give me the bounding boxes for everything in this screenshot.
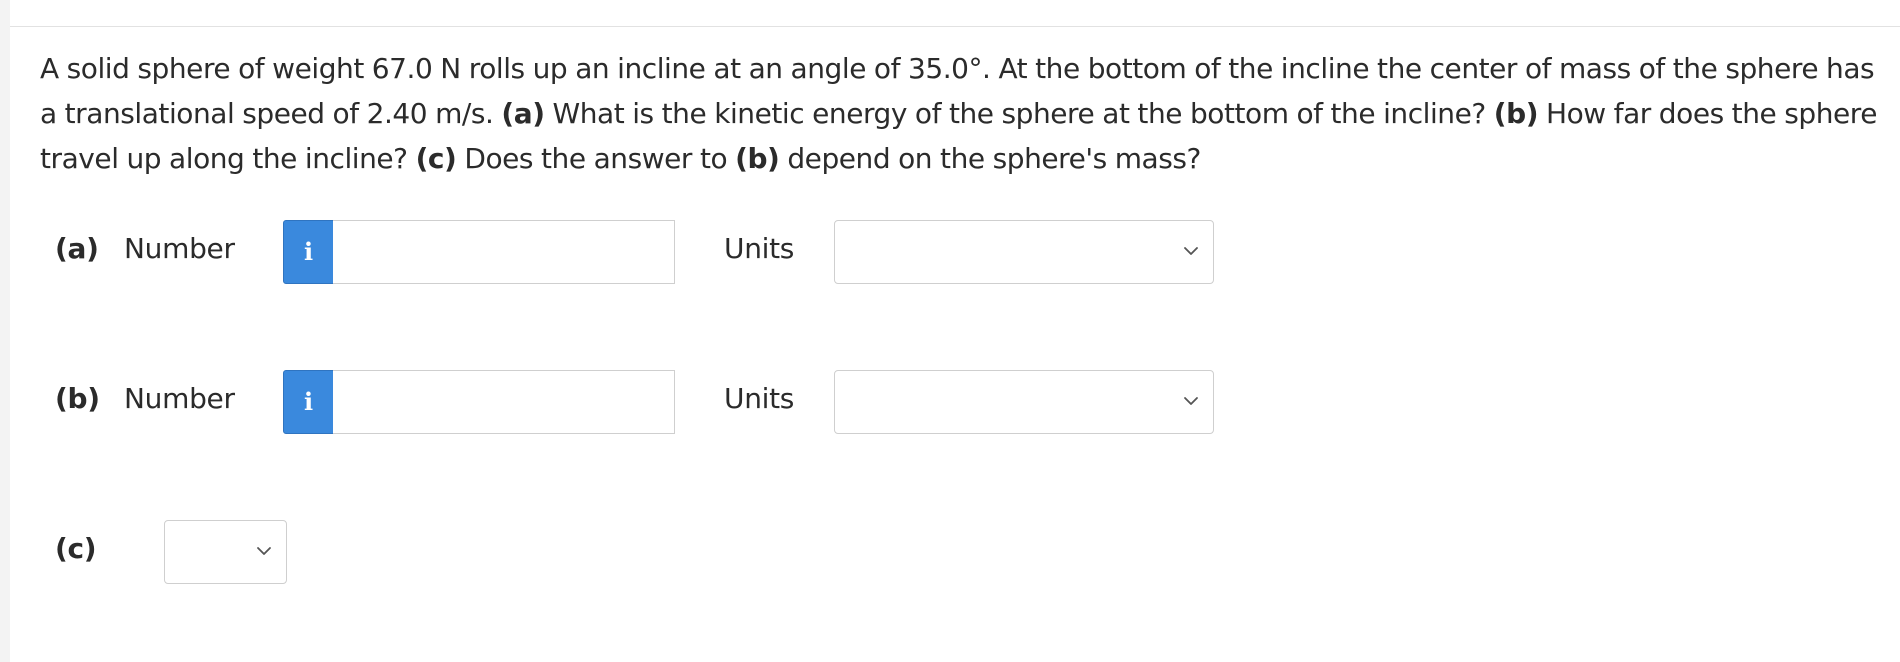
number-input-b[interactable] (333, 370, 675, 434)
question-segment: Does the answer to (456, 142, 736, 175)
chevron-down-icon (1184, 397, 1198, 405)
question-segment: depend on the sphere's mass? (779, 142, 1201, 175)
question-segment: What is the kinetic energy of the sphere… (544, 97, 1494, 130)
units-select-b[interactable] (834, 370, 1214, 434)
number-label-a: Number (124, 232, 235, 265)
part-a-label: (a) (55, 232, 99, 265)
part-b-label: (b) (55, 382, 100, 415)
units-select-a[interactable] (834, 220, 1214, 284)
units-label-a: Units (724, 232, 795, 265)
chevron-down-icon (1184, 247, 1198, 255)
info-icon[interactable]: i (283, 220, 334, 284)
answer-row-a: (a) Number i Units (10, 220, 1900, 286)
chevron-down-icon (257, 547, 271, 555)
question-text: A solid sphere of weight 67.0 N rolls up… (40, 46, 1895, 181)
question-tag-b-ref: (b) (735, 142, 780, 175)
number-label-b: Number (124, 382, 235, 415)
question-tag-a: (a) (501, 97, 545, 130)
units-label-b: Units (724, 382, 795, 415)
question-page: A solid sphere of weight 67.0 N rolls up… (10, 0, 1900, 662)
number-input-a[interactable] (333, 220, 675, 284)
divider (10, 26, 1900, 27)
question-tag-b: (b) (1493, 97, 1539, 130)
answer-select-c[interactable] (164, 520, 287, 584)
part-c-label: (c) (55, 532, 97, 565)
question-tag-c: (c) (415, 142, 457, 175)
answer-row-b: (b) Number i Units (10, 370, 1900, 436)
info-icon[interactable]: i (283, 370, 334, 434)
answer-row-c: (c) (10, 520, 1900, 586)
